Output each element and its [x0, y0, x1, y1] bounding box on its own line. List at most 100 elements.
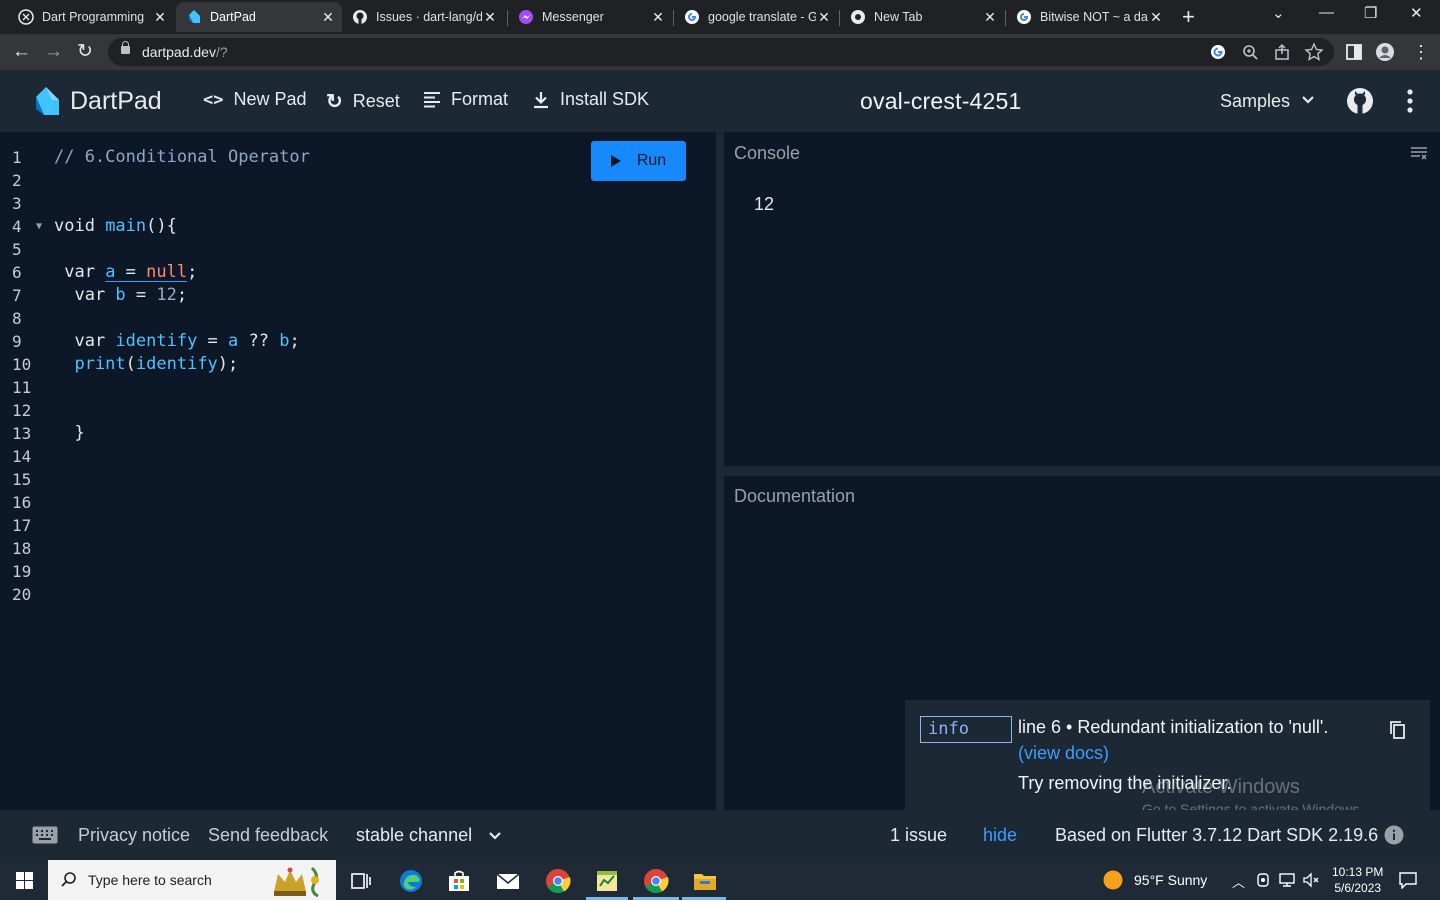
edge-browser-icon[interactable] [398, 868, 424, 894]
close-tab-icon[interactable]: ✕ [1148, 9, 1164, 26]
tab-github-issues[interactable]: Issues · dart-lang/d ✕ [342, 2, 504, 32]
brand-title[interactable]: DartPad [70, 87, 162, 116]
side-panel-icon[interactable] [1344, 42, 1364, 62]
run-label: Run [636, 152, 667, 169]
file-explorer-icon[interactable] [692, 868, 718, 894]
tab-title: google translate - G [708, 10, 816, 24]
close-tab-icon[interactable]: ✕ [320, 9, 336, 26]
system-clock[interactable]: 10:13 PM 5/6/2023 [1332, 864, 1383, 896]
new-pad-button[interactable]: <> New Pad [203, 89, 307, 110]
tab-title: Dart Programming [42, 10, 145, 24]
restore-icon[interactable]: ❐ [1364, 4, 1377, 22]
send-feedback-link[interactable]: Send feedback [208, 825, 328, 846]
github-icon[interactable] [1346, 87, 1374, 115]
line-number-gutter: 1 2 3 4 ▼ 5 6 7 8 9 10 11 12 13 14 15 16 … [0, 146, 50, 606]
chrome-icon[interactable] [643, 868, 669, 894]
copy-icon[interactable] [1389, 720, 1407, 740]
notification-center-icon[interactable] [1398, 871, 1418, 889]
weather-text[interactable]: 95°F Sunny [1134, 872, 1207, 888]
code-line-1: // 6.Conditional Operator [54, 146, 310, 169]
weather-sun-icon[interactable] [1103, 870, 1123, 890]
line-number-4: 4 ▼ [0, 215, 50, 238]
fold-arrow-icon[interactable]: ▼ [36, 215, 42, 238]
taskbar-search-box[interactable]: Type here to search [48, 860, 336, 900]
tab-messenger[interactable]: Messenger ✕ [508, 2, 672, 32]
install-sdk-label: Install SDK [560, 89, 650, 109]
console-panel: Console 12 [724, 132, 1440, 466]
clear-console-icon[interactable] [1410, 146, 1428, 160]
tab-bitwise-not[interactable]: Bitwise NOT ~ a da ✕ [1006, 2, 1170, 32]
line-number: 7 [12, 286, 22, 305]
format-button[interactable]: Format [423, 89, 508, 110]
privacy-notice-link[interactable]: Privacy notice [78, 825, 190, 846]
chrome-menu-icon[interactable]: ⋮ [1412, 40, 1430, 64]
chrome-icon[interactable] [545, 868, 571, 894]
format-label: Format [451, 89, 509, 109]
close-tab-icon[interactable]: ✕ [482, 9, 498, 26]
task-view-icon[interactable] [348, 868, 374, 894]
close-tab-icon[interactable]: ✕ [650, 9, 666, 26]
dart-logo-icon[interactable] [30, 84, 64, 118]
meet-now-icon[interactable] [1256, 872, 1270, 888]
address-bar[interactable]: dartpad.dev/? [108, 38, 1334, 66]
profile-avatar[interactable] [1375, 42, 1395, 62]
issue-message[interactable]: line 6 • Redundant initialization to 'nu… [1018, 717, 1328, 738]
issue-count[interactable]: 1 issue [890, 825, 947, 846]
punctuation: ( [125, 354, 136, 374]
tab-search-chevron-icon[interactable]: ⌄ [1272, 4, 1285, 22]
close-window-icon[interactable]: ✕ [1410, 4, 1423, 22]
zoom-icon[interactable] [1240, 42, 1260, 62]
variable: identify [115, 331, 198, 351]
mail-icon[interactable] [495, 868, 521, 894]
network-icon[interactable] [1278, 872, 1296, 888]
close-tab-icon[interactable]: ✕ [982, 9, 998, 26]
view-docs-link[interactable]: (view docs) [1018, 743, 1109, 764]
info-icon[interactable] [1384, 825, 1404, 845]
info-badge: info [920, 716, 1012, 743]
chevron-down-icon[interactable] [488, 829, 502, 843]
show-hidden-icons-chevron-icon[interactable]: ︿ [1232, 872, 1245, 891]
variable: b [279, 331, 290, 351]
volume-muted-icon[interactable] [1302, 872, 1320, 888]
horizontal-splitter[interactable] [724, 466, 1440, 476]
reload-icon[interactable]: ↻ [77, 40, 93, 64]
lint-warning-span[interactable]: a = null [105, 262, 187, 282]
share-icon[interactable] [1272, 42, 1292, 62]
url-text[interactable]: dartpad.dev/? [142, 44, 228, 60]
google-lens-icon[interactable] [1208, 42, 1228, 62]
chevron-down-icon[interactable] [1300, 92, 1316, 108]
line-number: 8 [12, 309, 22, 328]
spreadsheet-app-icon[interactable] [594, 868, 620, 894]
back-arrow-icon[interactable]: ← [12, 40, 31, 64]
operator: = [115, 262, 147, 282]
code-lines[interactable]: // 6.Conditional Operator void main(){ v… [54, 146, 310, 445]
play-icon [610, 155, 621, 167]
close-tab-icon[interactable]: ✕ [152, 9, 168, 26]
forward-arrow-icon[interactable]: → [44, 40, 63, 64]
line-number: 10 [12, 355, 32, 374]
tab-dartpad[interactable]: DartPad ✕ [176, 2, 342, 32]
windows-start-icon[interactable] [16, 872, 33, 889]
keyboard-icon[interactable] [32, 826, 58, 844]
tab-new-tab[interactable]: New Tab ✕ [840, 2, 1004, 32]
code-editor[interactable]: 1 2 3 4 ▼ 5 6 7 8 9 10 11 12 13 14 15 16 … [0, 132, 716, 810]
reset-button[interactable]: ↻ Reset [326, 89, 400, 114]
channel-dropdown[interactable]: stable channel [356, 825, 472, 846]
code-line-10: print(identify); [54, 353, 310, 376]
new-tab-icon[interactable]: + [1182, 6, 1195, 28]
hide-issues-link[interactable]: hide [983, 825, 1017, 846]
close-tab-icon[interactable]: ✕ [816, 9, 832, 26]
bookmark-star-icon[interactable] [1304, 42, 1324, 62]
samples-dropdown[interactable]: Samples [1220, 91, 1290, 112]
vertical-splitter[interactable] [716, 132, 724, 810]
minimize-icon[interactable]: — [1319, 4, 1334, 21]
microsoft-store-icon[interactable] [446, 868, 472, 894]
run-button[interactable]: Run [591, 141, 686, 181]
tab-google-translate[interactable]: google translate - G ✕ [674, 2, 838, 32]
tab-dart-programming[interactable]: Dart Programming ✕ [8, 2, 174, 32]
install-sdk-button[interactable]: Install SDK [532, 89, 649, 110]
more-options-icon[interactable] [1400, 88, 1420, 114]
